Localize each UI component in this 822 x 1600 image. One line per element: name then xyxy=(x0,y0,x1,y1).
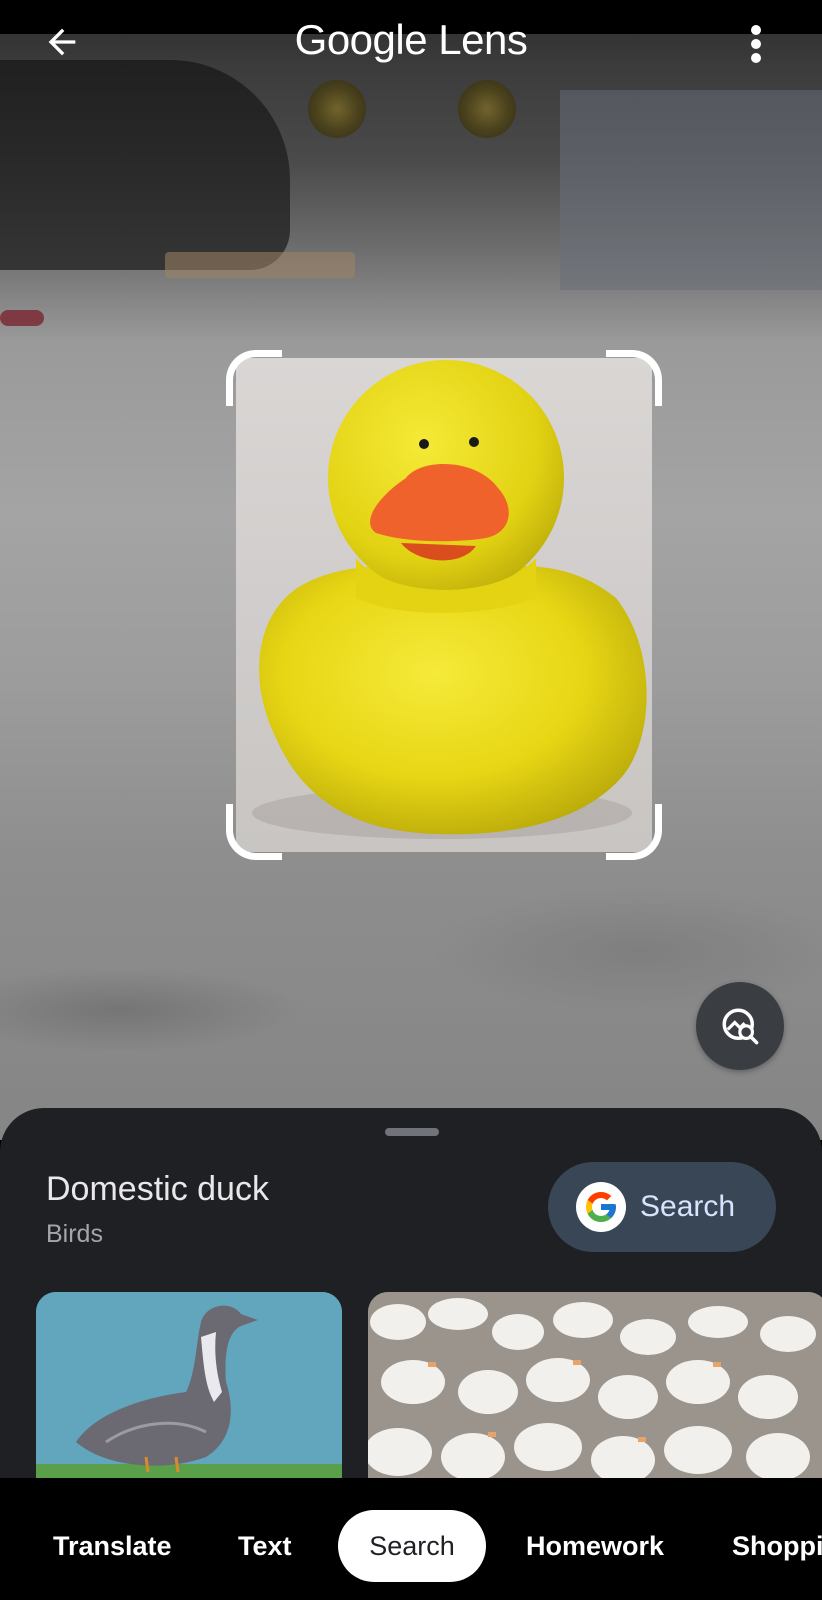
crop-corner-handle[interactable] xyxy=(606,804,662,860)
background-object xyxy=(0,310,44,326)
tab-search[interactable]: Search xyxy=(338,1510,486,1582)
results-sheet[interactable]: Domestic duck Birds Search xyxy=(0,1108,822,1478)
tab-shopping[interactable]: Shoppi xyxy=(732,1510,822,1582)
ducks-flock-image xyxy=(368,1292,822,1478)
background-object xyxy=(458,80,516,138)
tab-homework[interactable]: Homework xyxy=(526,1510,664,1582)
app-title: Google Lens xyxy=(294,16,528,63)
background-board xyxy=(165,252,355,278)
crop-corner-handle[interactable] xyxy=(226,350,282,406)
background-shelf xyxy=(560,90,822,290)
rubber-duck-image xyxy=(252,360,647,839)
visual-matches-carousel[interactable] xyxy=(36,1292,822,1478)
crop-corner-handle[interactable] xyxy=(606,350,662,406)
top-bar: Google Lens xyxy=(0,10,822,72)
more-vert-icon xyxy=(751,25,761,63)
selected-image-region xyxy=(236,358,652,852)
crop-corner-handle[interactable] xyxy=(226,804,282,860)
more-options-button[interactable] xyxy=(736,18,776,70)
google-search-button[interactable]: Search xyxy=(548,1162,776,1252)
google-g-icon xyxy=(576,1182,626,1232)
tab-translate[interactable]: Translate xyxy=(53,1510,172,1582)
tab-text[interactable]: Text xyxy=(238,1510,292,1582)
selection-frame[interactable] xyxy=(226,350,662,860)
result-title: Domestic duck xyxy=(46,1170,269,1208)
visual-match-thumbnail[interactable] xyxy=(36,1292,342,1478)
background-shelf xyxy=(0,60,290,270)
background-object xyxy=(308,80,366,138)
sheet-drag-handle[interactable] xyxy=(385,1128,439,1136)
mode-tab-bar: Translate Text Search Homework Shoppi xyxy=(0,1478,822,1600)
visual-match-thumbnail[interactable] xyxy=(368,1292,822,1478)
result-category: Birds xyxy=(46,1220,103,1248)
image-search-button[interactable] xyxy=(696,982,784,1070)
image-search-icon xyxy=(722,1008,759,1045)
search-button-label: Search xyxy=(640,1190,736,1223)
duck-photo-image xyxy=(36,1292,342,1478)
